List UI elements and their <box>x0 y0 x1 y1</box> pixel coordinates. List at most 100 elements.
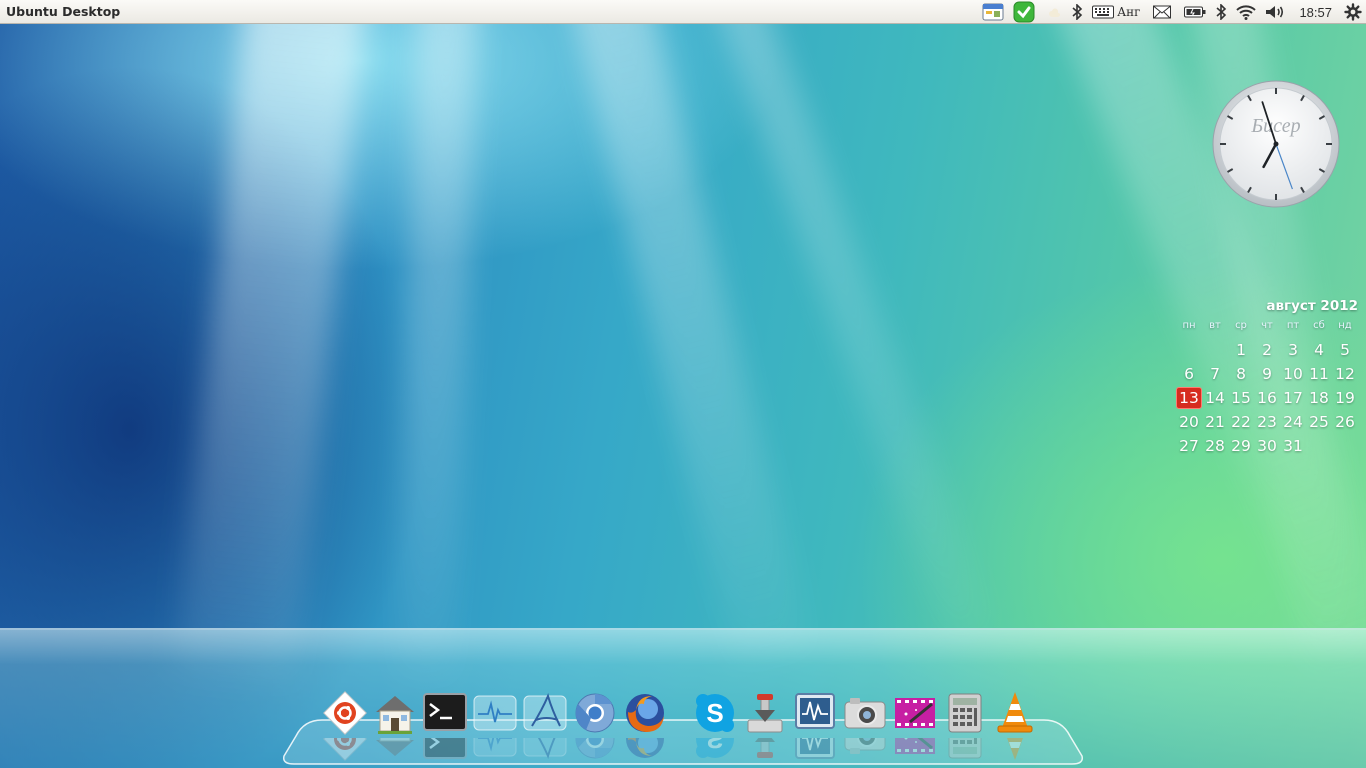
calendar-weekday-label: пн <box>1182 320 1196 331</box>
chromium-icon[interactable] <box>572 690 618 759</box>
dock-icon-reflection <box>942 738 988 762</box>
skype-icon[interactable]: S S <box>692 690 738 758</box>
calendar-empty-cell <box>1202 338 1228 362</box>
calendar-day[interactable]: 10 <box>1280 362 1306 386</box>
keyboard-layout-label: Анг <box>1117 5 1141 19</box>
calendar-weekday-label: пт <box>1286 320 1300 331</box>
calendar-day[interactable]: 24 <box>1280 410 1306 434</box>
dock-icon-reflection <box>742 738 788 762</box>
calendar-day-number: 9 <box>1262 365 1272 383</box>
calendar-day[interactable]: 6 <box>1176 362 1202 386</box>
calendar-day-number: 26 <box>1335 413 1355 431</box>
system-monitor-icon[interactable] <box>472 690 518 757</box>
bluetooth-icon[interactable] <box>1215 0 1227 24</box>
window-title: Ubuntu Desktop <box>6 4 121 19</box>
volume-icon[interactable] <box>1265 0 1285 24</box>
indicator-area: Анг 18:57 <box>973 0 1362 24</box>
clock-brand-label: Бисер <box>1250 115 1300 137</box>
calendar-day[interactable]: 22 <box>1228 410 1254 434</box>
calendar-day[interactable]: 9 <box>1254 362 1280 386</box>
calendar-day[interactable]: 15 <box>1228 386 1254 410</box>
calendar-day[interactable]: 1 <box>1228 338 1254 362</box>
bluetooth-icon[interactable] <box>1071 0 1083 24</box>
calendar-day[interactable]: 29 <box>1228 434 1254 458</box>
calendar-day[interactable]: 3 <box>1280 338 1306 362</box>
video-editor-icon[interactable] <box>892 690 938 754</box>
calendar-day[interactable]: 8 <box>1228 362 1254 386</box>
ubuntu-logo-icon[interactable] <box>322 690 368 761</box>
keyboard-icon[interactable]: Анг <box>1092 0 1140 24</box>
calendar-day[interactable]: 28 <box>1202 434 1228 458</box>
dock-icon-reflection <box>522 738 568 762</box>
calendar-day-number: 22 <box>1231 413 1251 431</box>
calendar-day-number: 8 <box>1236 365 1246 383</box>
calendar-day[interactable]: 18 <box>1306 386 1332 410</box>
analog-clock-widget[interactable]: Бисер <box>1212 80 1340 208</box>
firefox-icon[interactable] <box>622 690 668 758</box>
checkmark-status-icon[interactable] <box>1013 0 1035 24</box>
calendar-weekday-label: вт <box>1209 320 1221 331</box>
calendar-day[interactable]: 12 <box>1332 362 1358 386</box>
calendar-month-title: август 2012 <box>1266 298 1358 314</box>
dock: S S <box>322 690 1042 761</box>
calendar-day[interactable]: 23 <box>1254 410 1280 434</box>
calendar-day-number: 4 <box>1314 341 1324 359</box>
calendar-weekday-label: нд <box>1338 320 1352 331</box>
calendar-day-number: 15 <box>1231 389 1251 407</box>
calendar-weekday-label: чт <box>1261 320 1273 331</box>
dock-icon-reflection <box>422 738 468 762</box>
calendar-day[interactable]: 27 <box>1176 434 1202 458</box>
calendar-weekday-label: сб <box>1313 320 1325 331</box>
inkscape-icon[interactable] <box>522 690 568 759</box>
calendar-day[interactable]: 31 <box>1280 434 1306 458</box>
calendar-weekday-label: ср <box>1235 320 1247 331</box>
calendar-grid: пн вт ср чт пт сб нд 1 2 3 4 5 6 7 8 9 10 11 12 13 14 15 16 17 1… <box>1176 318 1360 458</box>
dock-icon-reflection <box>622 738 668 762</box>
calendar-today[interactable]: 13 <box>1176 386 1202 410</box>
svg-text:S: S <box>706 698 723 728</box>
weather-icon[interactable] <box>1044 0 1062 24</box>
clock-indicator[interactable]: 18:57 <box>1299 0 1332 24</box>
calendar-day[interactable]: 7 <box>1202 362 1228 386</box>
dock-icon-reflection <box>792 738 838 762</box>
top-panel: Ubuntu Desktop Анг 18:57 <box>0 0 1366 24</box>
calendar-day[interactable]: 21 <box>1202 410 1228 434</box>
calendar-day-number: 7 <box>1210 365 1220 383</box>
calendar-day[interactable]: 4 <box>1306 338 1332 362</box>
power-gear-icon[interactable] <box>1344 0 1362 24</box>
calendar-day[interactable]: 11 <box>1306 362 1332 386</box>
clock-time: 18:57 <box>1299 4 1332 20</box>
calendar-day[interactable]: 2 <box>1254 338 1280 362</box>
home-folder-icon[interactable] <box>372 690 418 756</box>
dock-icon-reflection <box>472 738 518 762</box>
transmission-icon[interactable] <box>742 690 788 758</box>
calendar-day[interactable]: 5 <box>1332 338 1358 362</box>
calculator-icon[interactable] <box>942 690 988 759</box>
calendar-day[interactable]: 20 <box>1176 410 1202 434</box>
calendar-applet-icon[interactable] <box>982 0 1004 24</box>
desktop-wallpaper <box>0 0 1366 768</box>
calendar-day-number: 1 <box>1236 341 1246 359</box>
activity-monitor-icon[interactable] <box>792 690 838 759</box>
camera-icon[interactable] <box>842 690 888 754</box>
calendar-day-number: 3 <box>1288 341 1298 359</box>
calendar-day[interactable]: 14 <box>1202 386 1228 410</box>
dock-icon-reflection <box>892 738 938 762</box>
terminal-icon[interactable] <box>422 690 468 759</box>
calendar-day[interactable]: 30 <box>1254 434 1280 458</box>
calendar-day[interactable]: 19 <box>1332 386 1358 410</box>
calendar-day[interactable]: 25 <box>1306 410 1332 434</box>
calendar-day-number: 23 <box>1257 413 1277 431</box>
battery-icon[interactable] <box>1184 0 1206 24</box>
calendar-day[interactable]: 16 <box>1254 386 1280 410</box>
calendar-day[interactable]: 17 <box>1280 386 1306 410</box>
calendar-day[interactable]: 26 <box>1332 410 1358 434</box>
vlc-icon[interactable] <box>992 690 1038 760</box>
dock-icon-reflection <box>322 738 368 762</box>
mail-icon[interactable] <box>1153 0 1172 24</box>
calendar-day-number: 25 <box>1309 413 1329 431</box>
calendar-day-number: 12 <box>1335 365 1355 383</box>
calendar-day-number: 13 <box>1176 387 1202 409</box>
wifi-icon[interactable] <box>1236 0 1257 24</box>
svg-text:S: S <box>706 738 723 754</box>
